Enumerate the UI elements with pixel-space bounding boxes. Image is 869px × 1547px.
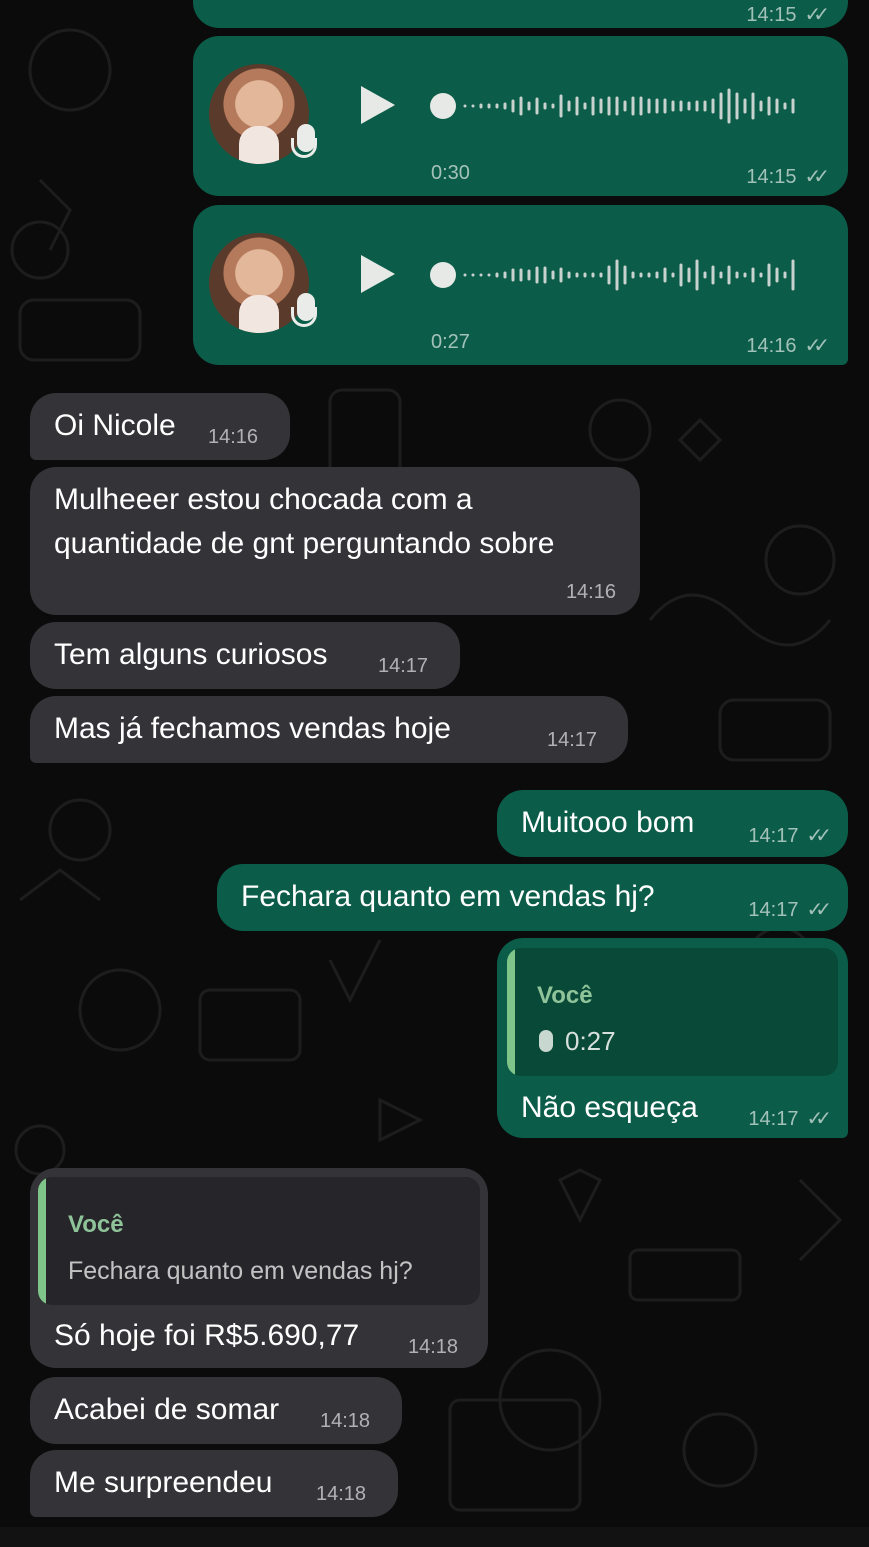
voice-duration: 0:30 — [431, 162, 470, 184]
microphone-icon — [539, 1030, 553, 1052]
incoming-message[interactable]: Mas já fechamos vendas hoje 14:17 — [30, 696, 628, 763]
message-time: 14:17 ✓✓ — [748, 899, 831, 921]
quoted-voice-message[interactable]: Você 0:27 — [507, 948, 838, 1076]
message-time: 14:17 — [378, 655, 429, 677]
incoming-message[interactable]: Oi Nicole 14:16 — [30, 393, 290, 460]
quote-body: Fechara quanto em vendas hj? — [68, 1257, 413, 1285]
message-time: 14:15 ✓✓ — [746, 166, 829, 188]
play-icon[interactable] — [361, 255, 395, 293]
message-time: 14:18 — [408, 1336, 459, 1358]
incoming-message[interactable]: Acabei de somar 14:18 — [30, 1377, 402, 1444]
incoming-message[interactable]: Me surpreendeu 14:18 — [30, 1450, 398, 1517]
quote-accent-bar — [507, 948, 515, 1076]
message-text: Não esqueça — [521, 1091, 698, 1124]
outgoing-reply-message[interactable]: Você 0:27 Não esqueça 14:17 ✓✓ — [497, 938, 848, 1138]
message-time: 14:18 — [316, 1483, 367, 1505]
message-time: 14:17 — [547, 729, 598, 751]
quote-author: Você — [68, 1211, 124, 1238]
message-text: Mulheeer estou chocada com a quantidade … — [54, 483, 555, 560]
quote-accent-bar — [38, 1177, 46, 1305]
read-ticks-icon: ✓✓ — [806, 1108, 831, 1130]
read-ticks-icon: ✓✓ — [804, 4, 829, 26]
voice-message[interactable]: 0:27 14:16 ✓✓ — [193, 205, 848, 365]
audio-waveform[interactable] — [429, 86, 809, 126]
message-time: 14:17 ✓✓ — [748, 825, 831, 847]
message-time: 14:17 ✓✓ — [748, 1108, 831, 1130]
message-text: Acabei de somar — [54, 1393, 280, 1426]
outgoing-message[interactable]: Fechara quanto em vendas hj? 14:17 ✓✓ — [217, 864, 848, 931]
voice-duration: 0:27 — [431, 331, 470, 353]
message-time: 14:16 ✓✓ — [746, 335, 829, 357]
message-bubble-partial[interactable]: 14:15 ✓✓ — [193, 0, 848, 28]
quote-author: Você — [537, 982, 593, 1009]
message-text: Muitooo bom — [521, 806, 695, 839]
message-time: 14:15 ✓✓ — [746, 4, 829, 26]
message-text: Tem alguns curiosos — [54, 638, 328, 671]
bottom-edge — [0, 1527, 869, 1547]
read-ticks-icon: ✓✓ — [804, 166, 829, 188]
message-time: 14:16 — [208, 426, 259, 448]
message-text: Fechara quanto em vendas hj? — [241, 880, 655, 913]
message-time: 14:18 — [320, 1410, 371, 1432]
voice-message[interactable]: 0:30 14:15 ✓✓ — [193, 36, 848, 196]
message-text: Oi Nicole — [54, 409, 176, 442]
read-ticks-icon: ✓✓ — [806, 899, 831, 921]
incoming-message[interactable]: Mulheeer estou chocada com a quantidade … — [30, 467, 640, 615]
microphone-icon — [291, 293, 317, 327]
message-text: Me surpreendeu — [54, 1466, 273, 1499]
incoming-message[interactable]: Tem alguns curiosos 14:17 — [30, 622, 460, 689]
outgoing-message[interactable]: Muitooo bom 14:17 ✓✓ — [497, 790, 848, 857]
incoming-reply-message[interactable]: Você Fechara quanto em vendas hj? Só hoj… — [30, 1168, 488, 1368]
message-time: 14:16 — [565, 581, 616, 603]
quoted-message[interactable]: Você Fechara quanto em vendas hj? — [38, 1177, 480, 1305]
quote-body: 0:27 — [565, 1026, 616, 1056]
message-text: Mas já fechamos vendas hoje — [54, 712, 451, 745]
audio-waveform[interactable] — [429, 255, 809, 295]
read-ticks-icon: ✓✓ — [804, 335, 829, 357]
play-icon[interactable] — [361, 86, 395, 124]
message-text: Só hoje foi R$5.690,77 — [54, 1319, 360, 1352]
read-ticks-icon: ✓✓ — [806, 825, 831, 847]
microphone-icon — [291, 124, 317, 158]
